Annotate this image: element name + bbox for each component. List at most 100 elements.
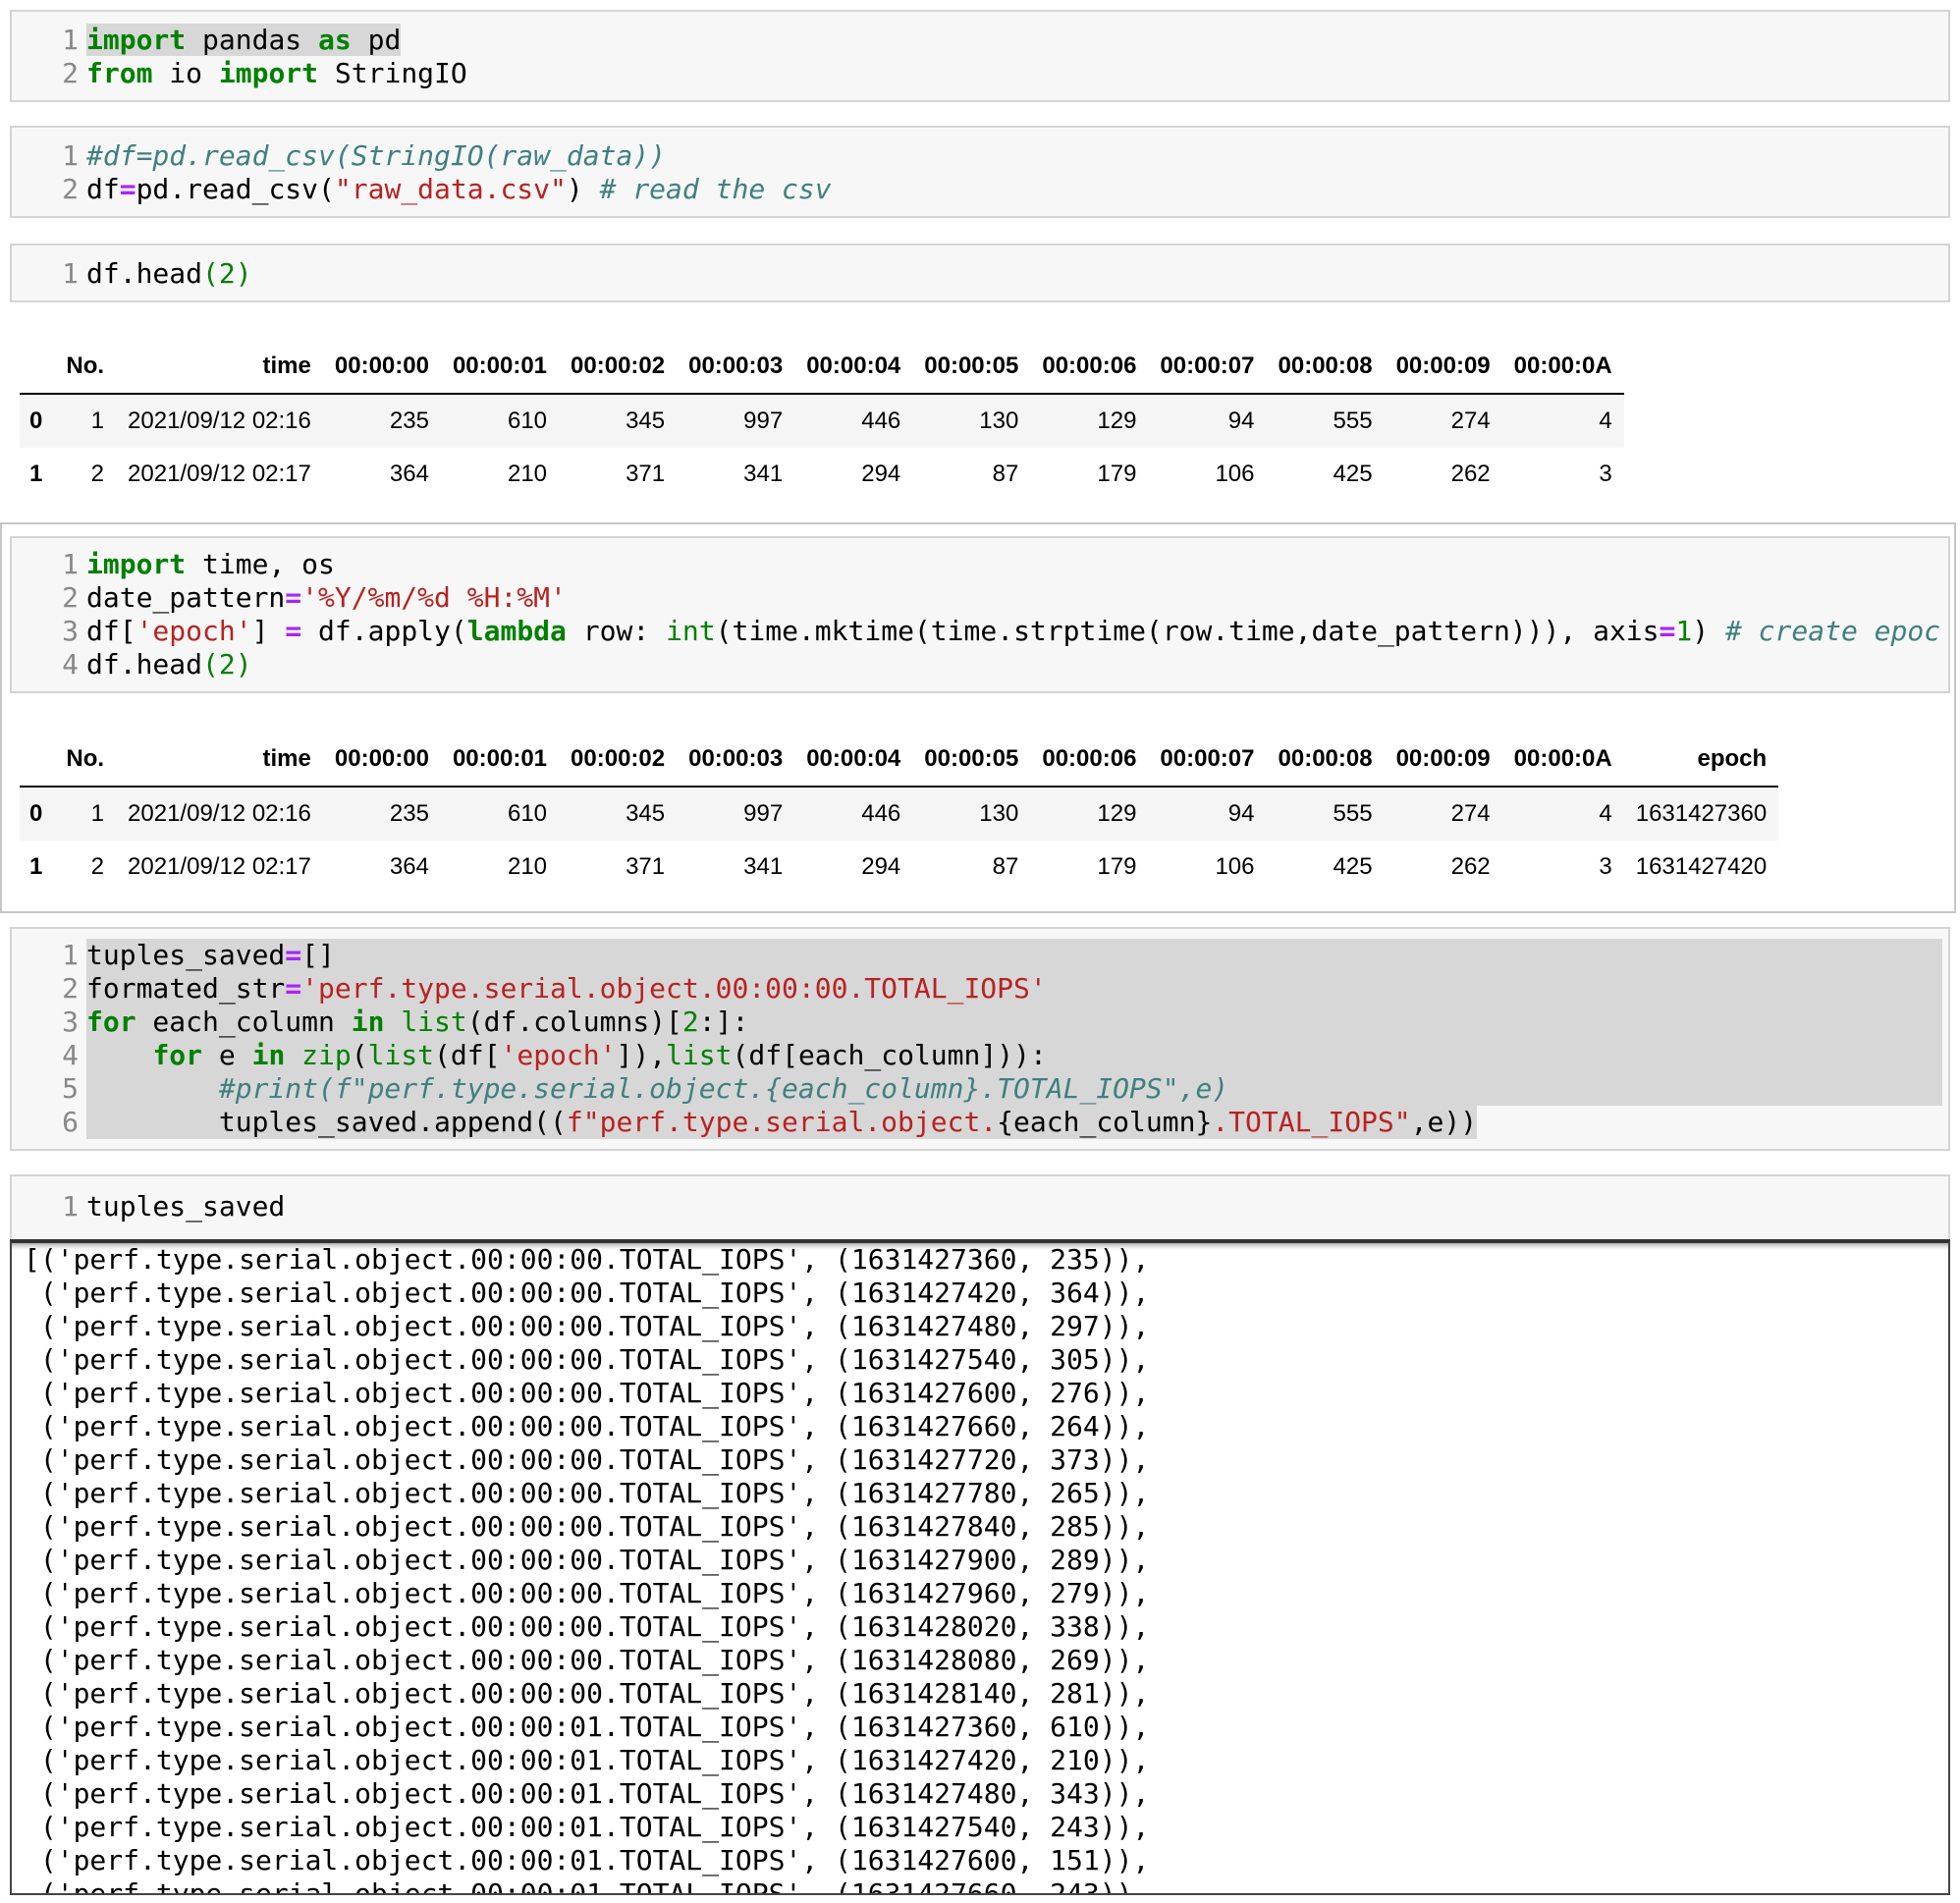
code-text: :]:	[698, 1006, 749, 1038]
table-cell: 129	[1097, 408, 1137, 434]
keyword: import	[86, 24, 187, 56]
column-header: No.	[66, 745, 105, 772]
table-cell: 997	[743, 800, 784, 827]
table-cell: 106	[1215, 853, 1255, 880]
keyword: import	[86, 548, 187, 580]
dataframe-output-2: No. time 00:00:00 00:00:01 00:00:02 00:0…	[20, 733, 1779, 894]
table-header-row: No. time 00:00:00 00:00:01 00:00:02 00:0…	[20, 340, 1624, 394]
table-cell: 364	[389, 853, 429, 880]
index-header	[20, 733, 54, 787]
table-cell: 129	[1097, 800, 1137, 827]
output-line: ('perf.type.serial.object.00:00:00.TOTAL…	[24, 1410, 1150, 1442]
table-row: 1 2 2021/09/12 02:17 364 210 371 341 294…	[20, 841, 1778, 894]
table-row: 0 1 2021/09/12 02:16 235 610 345 997 446…	[20, 394, 1624, 448]
code-text: each_column	[136, 1006, 352, 1038]
code-text: ]	[251, 615, 286, 647]
output-line: ('perf.type.serial.object.00:00:01.TOTAL…	[24, 1844, 1150, 1876]
table-cell: 997	[743, 408, 784, 434]
builtin: list	[666, 1039, 733, 1071]
table-cell: 555	[1333, 800, 1373, 827]
code-cell-tuples-saved[interactable]: 1 tuples_saved	[10, 1174, 1950, 1243]
table-cell: 3	[1599, 461, 1612, 487]
code-cell-tuples[interactable]: 1 tuples_saved=[] 2 formated_str='perf.typ…	[10, 927, 1950, 1151]
output-line: ('perf.type.serial.object.00:00:00.TOTAL…	[24, 1644, 1150, 1676]
code-cell-read-csv[interactable]: 1 #df=pd.read_csv(StringIO(raw_data)) 2 df…	[10, 126, 1950, 218]
table-cell: 210	[507, 461, 548, 487]
line-number: 6	[62, 1106, 79, 1138]
code-text: )	[1692, 615, 1725, 647]
table-cell: 1	[90, 800, 105, 827]
code-cell-epoch[interactable]: 1 import time, os 2 date_pattern='%Y/%m/%d…	[10, 536, 1950, 693]
output-line: ('perf.type.serial.object.00:00:00.TOTAL…	[24, 1677, 1150, 1710]
output-line: ('perf.type.serial.object.00:00:00.TOTAL…	[24, 1343, 1150, 1376]
code-cell-imports[interactable]: 1 import pandas as pd 2 from io import Str…	[10, 10, 1950, 102]
operator: =	[285, 615, 302, 647]
table-cell: 179	[1097, 461, 1137, 487]
table-row: 1 2 2021/09/12 02:17 364 210 371 341 294…	[20, 448, 1624, 501]
table-cell: 210	[507, 853, 548, 880]
column-header: No.	[66, 353, 105, 379]
operator: =	[119, 173, 136, 205]
code-cell-head[interactable]: 1 df.head(2)	[10, 244, 1950, 302]
code-text: pandas	[186, 24, 319, 56]
keyword: for	[86, 1006, 136, 1038]
table-cell: 446	[861, 408, 901, 434]
column-header: 00:00:08	[1278, 353, 1373, 379]
column-header: 00:00:00	[334, 353, 429, 379]
table-cell: 87	[992, 853, 1019, 880]
table-cell: 94	[1227, 408, 1255, 434]
string-literal: "raw_data.csv"	[334, 173, 567, 205]
table-cell: 294	[861, 461, 901, 487]
column-header: 00:00:01	[452, 745, 548, 772]
table-cell: 179	[1097, 853, 1137, 880]
table-header-row: No. time 00:00:00 00:00:01 00:00:02 00:0…	[20, 733, 1779, 787]
number-literal: (2)	[202, 257, 252, 290]
code-text: (time.mktime(time.strptime(row.time,date…	[715, 615, 1660, 647]
column-header: 00:00:08	[1278, 745, 1373, 772]
code-text: ]),	[616, 1039, 667, 1071]
code-text: row:	[566, 615, 667, 647]
output-scroll-area[interactable]: [('perf.type.serial.object.00:00:00.TOTA…	[10, 1239, 1950, 1895]
table-cell: 610	[507, 408, 548, 434]
number-literal: (2)	[202, 648, 252, 680]
code-text: pd	[351, 24, 402, 56]
row-index: 1	[29, 853, 43, 880]
column-header: 00:00:06	[1042, 353, 1137, 379]
code-text: ,e))	[1410, 1106, 1478, 1138]
code-text: {each_column}	[997, 1106, 1213, 1138]
line-number: 4	[62, 1039, 79, 1071]
code-text: StringIO	[318, 57, 467, 89]
table-cell: 274	[1450, 408, 1491, 434]
table-cell: 4	[1599, 800, 1612, 827]
table-cell: 446	[861, 800, 901, 827]
table-cell: 341	[743, 853, 784, 880]
column-header: 00:00:03	[688, 353, 784, 379]
line-number: 3	[62, 1006, 79, 1038]
column-header: 00:00:05	[924, 353, 1019, 379]
code-text: e	[202, 1039, 252, 1071]
code-text: tuples_saved	[86, 1190, 286, 1223]
output-line: ('perf.type.serial.object.00:00:00.TOTAL…	[24, 1577, 1150, 1609]
code-text: (df.columns)[	[466, 1006, 682, 1038]
line-number: 2	[62, 57, 79, 89]
code-text: date_pattern	[86, 581, 286, 614]
table-cell: 262	[1450, 461, 1491, 487]
operator: =	[1659, 615, 1676, 647]
table-cell: 345	[626, 800, 666, 827]
table-cell: 3	[1599, 853, 1612, 880]
keyword: lambda	[466, 615, 567, 647]
table-cell: 1	[90, 408, 105, 434]
table-cell: 1631427420	[1635, 853, 1768, 880]
builtin: list	[401, 1006, 467, 1038]
code-text: )	[566, 173, 600, 205]
line-number: 1	[62, 139, 79, 172]
column-header: 00:00:05	[924, 745, 1019, 772]
code-text: df.apply(	[301, 615, 467, 647]
keyword: for	[152, 1039, 203, 1071]
dataframe-table: No. time 00:00:00 00:00:01 00:00:02 00:0…	[20, 340, 1624, 501]
column-header: 00:00:04	[806, 745, 901, 772]
table-cell: 2021/09/12 02:16	[128, 408, 311, 434]
